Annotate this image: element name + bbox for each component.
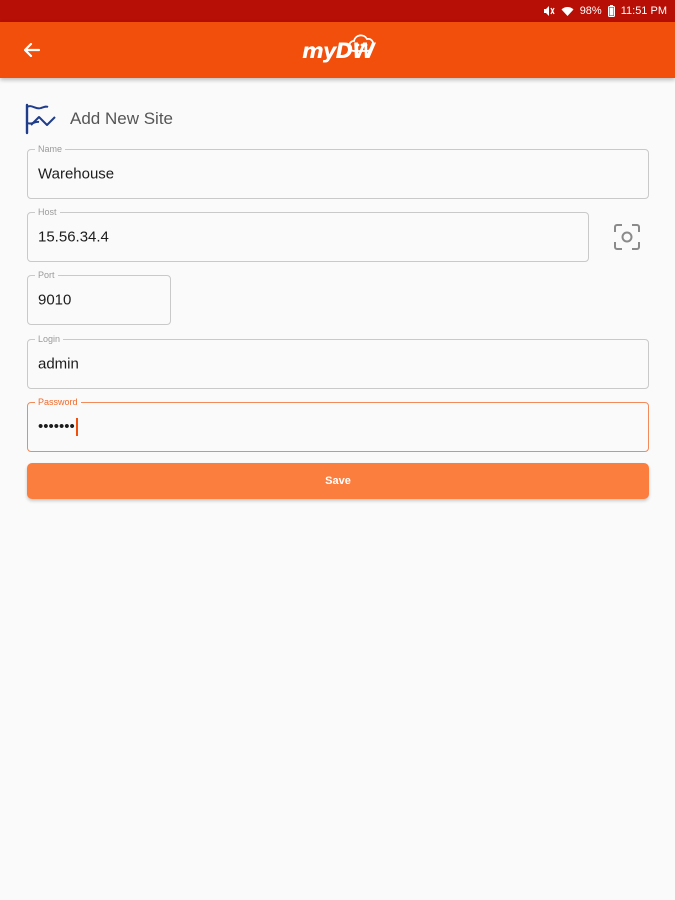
login-field[interactable]: Login admin — [27, 333, 649, 389]
save-button[interactable]: Save — [27, 463, 649, 499]
port-label: Port — [35, 269, 58, 281]
scan-button[interactable] — [613, 223, 641, 251]
host-value: 15.56.34.4 — [38, 228, 109, 246]
login-value: admin — [38, 355, 79, 373]
page-title: Add New Site — [70, 109, 173, 128]
password-field[interactable]: Password ••••••• — [27, 396, 649, 452]
status-bar: 98% 11:51 PM — [0, 0, 675, 22]
app-logo: myDW — [302, 34, 378, 68]
wifi-icon — [561, 6, 574, 17]
name-value: Warehouse — [38, 165, 115, 183]
app-bar: myDW — [0, 22, 675, 78]
password-value: ••••••• — [38, 417, 75, 435]
arrow-left-icon — [24, 43, 40, 57]
status-time: 11:51 PM — [620, 5, 667, 17]
name-label: Name — [35, 143, 66, 155]
page-header: Add New Site — [24, 103, 173, 135]
text-cursor — [75, 418, 78, 437]
host-field[interactable]: Host 15.56.34.4 — [27, 206, 589, 262]
cloud-icon — [348, 34, 375, 52]
port-value: 9010 — [38, 291, 72, 309]
qr-scan-icon — [614, 224, 640, 250]
battery-percent: 98% — [579, 5, 602, 17]
site-flag-icon — [25, 103, 56, 135]
host-label: Host — [35, 206, 60, 218]
login-label: Login — [35, 333, 64, 345]
name-field[interactable]: Name Warehouse — [27, 143, 649, 199]
password-value-wrap: ••••••• — [38, 417, 78, 437]
back-button[interactable] — [18, 36, 46, 64]
mute-icon — [543, 5, 555, 17]
password-label: Password — [35, 396, 81, 408]
battery-icon — [607, 5, 615, 17]
port-field[interactable]: Port 9010 — [27, 269, 171, 325]
